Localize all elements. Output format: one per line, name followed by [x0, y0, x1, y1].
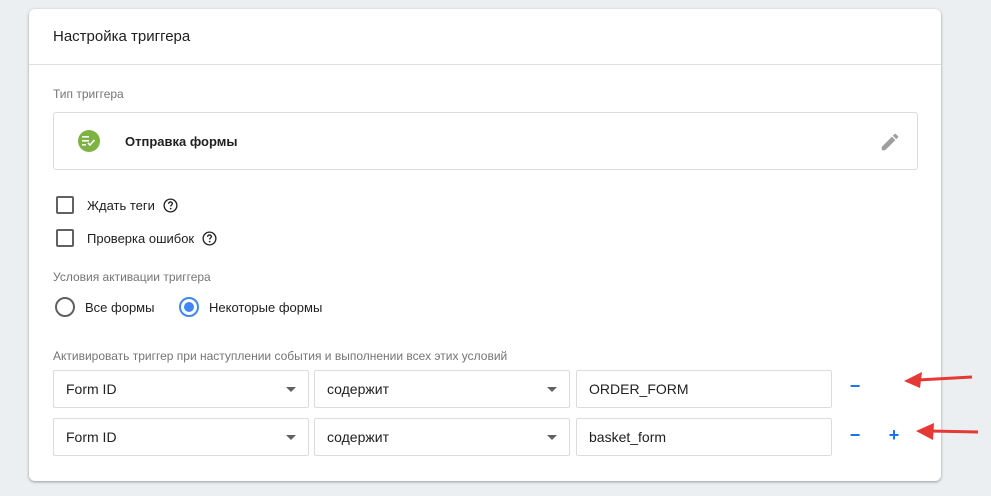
wait-tags-label: Ждать теги [87, 197, 155, 213]
value-text: ORDER_FORM [589, 381, 689, 397]
variable-select[interactable]: Form ID [53, 370, 309, 408]
check-errors-row: Проверка ошибок [56, 229, 217, 247]
check-errors-label: Проверка ошибок [87, 230, 195, 246]
help-icon[interactable] [163, 197, 178, 213]
variable-select[interactable]: Form ID [53, 418, 309, 456]
dropdown-caret-icon [286, 435, 296, 440]
value-input[interactable]: basket_form [576, 418, 832, 456]
radio-button-selected[interactable] [179, 297, 199, 317]
operator-select[interactable]: содержит [314, 418, 570, 456]
radio-button[interactable] [55, 297, 75, 317]
activation-label: Условия активации триггера [53, 270, 211, 284]
radio-label: Все формы [85, 299, 155, 315]
remove-condition-button[interactable]: − [845, 425, 865, 446]
trigger-type-box[interactable]: Отправка формы [53, 112, 918, 170]
dropdown-caret-icon [547, 435, 557, 440]
annotation-arrow-icon [904, 372, 973, 388]
check-errors-checkbox[interactable] [56, 229, 74, 247]
trigger-type-label: Тип триггера [53, 87, 124, 101]
value-text: basket_form [589, 429, 667, 445]
value-input[interactable]: ORDER_FORM [576, 370, 832, 408]
dropdown-caret-icon [547, 387, 557, 392]
wait-tags-checkbox[interactable] [56, 196, 74, 214]
radio-all-forms[interactable]: Все формы [55, 297, 154, 317]
add-condition-button[interactable]: + [884, 425, 904, 446]
remove-condition-button[interactable]: − [845, 376, 865, 397]
form-submit-icon [78, 130, 100, 152]
variable-value: Form ID [66, 429, 117, 445]
conditions-label: Активировать триггер при наступлении соб… [53, 349, 508, 363]
trigger-config-card: Настройка триггера Тип триггера Отправка… [29, 9, 941, 481]
operator-select[interactable]: содержит [314, 370, 570, 408]
dropdown-caret-icon [286, 387, 296, 392]
operator-value: содержит [327, 429, 389, 445]
radio-some-forms[interactable]: Некоторые формы [179, 297, 322, 317]
trigger-type-name: Отправка формы [125, 133, 238, 149]
card-title: Настройка триггера [29, 9, 941, 65]
radio-label: Некоторые формы [209, 299, 323, 315]
pencil-icon[interactable] [879, 131, 901, 153]
variable-value: Form ID [66, 381, 117, 397]
help-icon[interactable] [202, 230, 217, 246]
annotation-arrow-icon [916, 423, 979, 440]
operator-value: содержит [327, 381, 389, 397]
wait-tags-row: Ждать теги [56, 196, 178, 214]
